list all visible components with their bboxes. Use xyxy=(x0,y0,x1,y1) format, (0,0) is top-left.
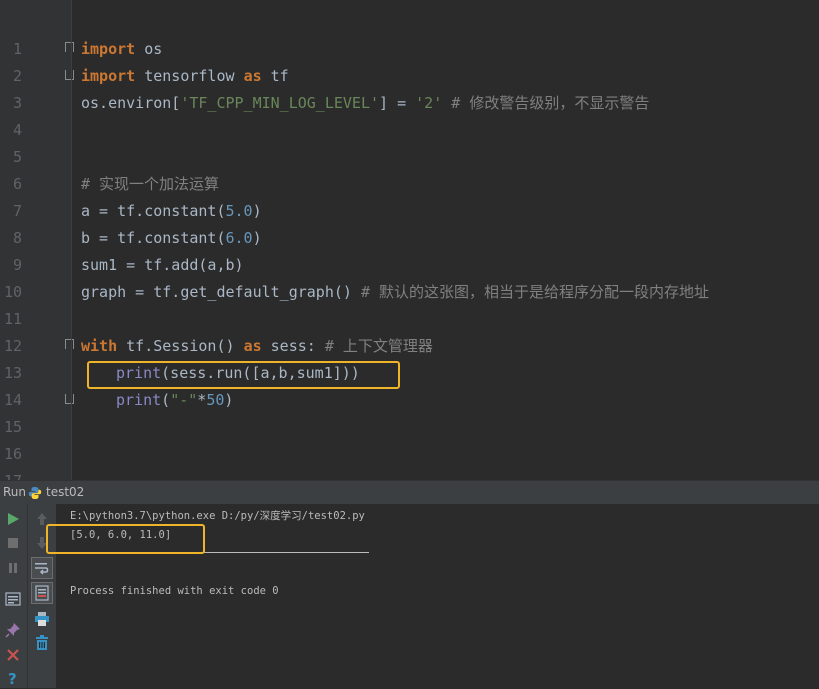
keyword: import xyxy=(81,67,136,85)
keyword: with xyxy=(81,337,118,355)
line-number: 5 xyxy=(12,148,22,166)
code-text: sess: xyxy=(261,337,325,355)
svg-text:?: ? xyxy=(8,670,17,686)
code-line-14[interactable]: print("-"*50) xyxy=(116,387,233,414)
code-text: tf xyxy=(261,67,289,85)
line-number: 16 xyxy=(3,445,22,463)
run-tool-window-header: Run test02 xyxy=(0,480,819,504)
number-literal: 50 xyxy=(206,391,225,409)
layout-icon[interactable] xyxy=(2,588,24,610)
gutter-divider xyxy=(71,0,72,480)
code-text: os.environ[ xyxy=(81,94,181,112)
fold-marker-icon[interactable] xyxy=(65,339,74,349)
pause-icon[interactable] xyxy=(2,557,24,579)
comment: # 上下文管理器 xyxy=(324,337,433,355)
code-line-6[interactable]: # 实现一个加法运算 xyxy=(81,171,219,198)
scroll-to-end-icon[interactable] xyxy=(31,582,53,604)
code-text: ( xyxy=(161,391,171,409)
builtin-function: print xyxy=(116,391,162,409)
line-number: 10 xyxy=(3,283,22,301)
line-number: 13 xyxy=(3,364,22,382)
code-editor[interactable]: 1 2 3 4 5 6 7 8 9 10 11 12 13 14 15 16 1… xyxy=(0,0,819,480)
code-text: os xyxy=(135,40,163,58)
line-number: 17 xyxy=(0,468,22,480)
line-number: 11 xyxy=(3,310,22,328)
code-text: ] = xyxy=(379,94,416,112)
code-text: b = tf.constant( xyxy=(81,229,226,247)
code-text: ) xyxy=(252,202,262,220)
code-text: ) xyxy=(252,229,262,247)
fold-marker-icon[interactable] xyxy=(65,42,74,52)
code-line-2[interactable]: import tensorflow as tf xyxy=(81,63,289,90)
comment: # 实现一个加法运算 xyxy=(81,175,220,193)
run-tab-label[interactable]: Run xyxy=(3,485,26,499)
string-literal: 'TF_CPP_MIN_LOG_LEVEL' xyxy=(180,94,380,112)
line-number: 1 xyxy=(12,40,22,58)
highlight-box-code xyxy=(87,361,400,389)
stop-icon[interactable] xyxy=(2,532,24,554)
line-number: 2 xyxy=(12,67,22,85)
trash-icon[interactable] xyxy=(31,632,53,654)
run-config-name[interactable]: test02 xyxy=(46,485,84,499)
close-icon[interactable] xyxy=(2,644,24,666)
console-exit-line: Process finished with exit code 0 xyxy=(70,585,279,597)
console-command-line: E:\python3.7\python.exe D:/py/深度学习/test0… xyxy=(70,510,365,522)
code-line-12[interactable]: with tf.Session() as sess: # 上下文管理器 xyxy=(81,333,433,360)
code-text: graph = tf.get_default_graph() xyxy=(81,283,361,301)
python-file-icon xyxy=(28,485,42,499)
run-icon[interactable] xyxy=(2,508,24,530)
code-text: tf.Session() xyxy=(117,337,244,355)
keyword: import xyxy=(81,40,136,58)
code-text: a = tf.constant( xyxy=(81,202,226,220)
line-number: 12 xyxy=(3,337,22,355)
keyword: as xyxy=(243,67,262,85)
number-literal: 5.0 xyxy=(225,202,253,220)
line-number-gutter: 1 2 3 4 5 6 7 8 9 10 11 12 13 14 15 16 1… xyxy=(0,0,74,480)
print-icon[interactable] xyxy=(31,608,53,630)
keyword: as xyxy=(243,337,262,355)
line-number: 9 xyxy=(12,256,22,274)
code-line-8[interactable]: b = tf.constant(6.0) xyxy=(81,225,262,252)
pin-icon[interactable] xyxy=(2,619,24,641)
line-number: 4 xyxy=(12,121,22,139)
comment: # 修改警告级别，不显示警告 xyxy=(442,94,650,112)
help-icon[interactable]: ? xyxy=(2,667,24,689)
number-literal: 6.0 xyxy=(225,229,253,247)
fold-marker-icon[interactable] xyxy=(65,70,74,80)
code-line-3[interactable]: os.environ['TF_CPP_MIN_LOG_LEVEL'] = '2'… xyxy=(81,90,649,117)
code-line-10[interactable]: graph = tf.get_default_graph() # 默认的这张图，… xyxy=(81,279,709,306)
soft-wrap-icon[interactable] xyxy=(31,557,53,579)
code-line-9[interactable]: sum1 = tf.add(a,b) xyxy=(81,252,244,279)
code-line-1[interactable]: import os xyxy=(81,36,162,63)
line-number: 6 xyxy=(12,175,22,193)
string-literal: '2' xyxy=(415,94,443,112)
code-text: * xyxy=(197,391,207,409)
code-text: tensorflow xyxy=(135,67,244,85)
comment: # 默认的这张图，相当于是给程序分配一段内存地址 xyxy=(360,283,710,301)
highlight-box-output xyxy=(46,524,205,554)
line-number: 8 xyxy=(12,229,22,247)
fold-marker-icon[interactable] xyxy=(65,394,74,404)
string-literal: "-" xyxy=(170,391,198,409)
line-number: 15 xyxy=(3,418,22,436)
line-number: 3 xyxy=(12,94,22,112)
code-text: ) xyxy=(224,391,234,409)
line-number: 14 xyxy=(3,391,22,409)
code-line-7[interactable]: a = tf.constant(5.0) xyxy=(81,198,262,225)
run-toolbar-primary: ? xyxy=(0,504,28,688)
line-number: 7 xyxy=(12,202,22,220)
run-console[interactable]: E:\python3.7\python.exe D:/py/深度学习/test0… xyxy=(46,504,819,688)
